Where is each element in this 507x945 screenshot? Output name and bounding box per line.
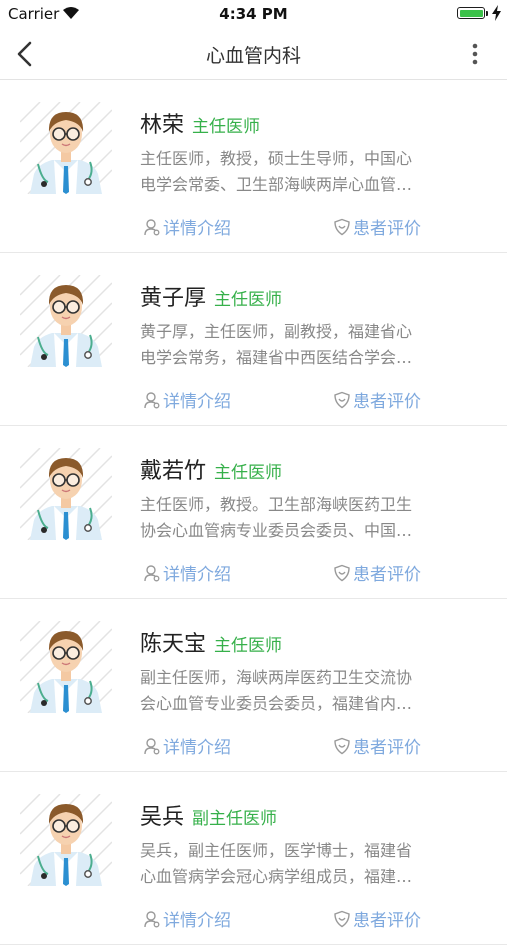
description-line-2: 电学会常务，福建省中西医结合学会… <box>140 348 413 367</box>
more-menu-icon[interactable] <box>471 42 479 66</box>
review-label: 患者评价 <box>353 565 421 585</box>
doctor-description: 黄子厚，主任医师，副教授，福建省心 电学会常务，福建省中西医结合学会… <box>140 319 468 371</box>
detail-button[interactable]: 详情介绍 <box>143 214 231 239</box>
person-icon <box>143 737 161 755</box>
doctor-card[interactable]: 陈天宝 主任医师 副主任医师，海峡两岸医药卫生交流协 会心血管专业委员会委员，福建… <box>0 599 507 772</box>
shield-icon <box>333 391 351 409</box>
doctor-name-row: 戴若竹 主任医师 <box>140 453 282 485</box>
doctor-avatar <box>20 102 112 194</box>
detail-button[interactable]: 详情介绍 <box>143 560 231 585</box>
detail-label: 详情介绍 <box>163 738 231 758</box>
review-button[interactable]: 患者评价 <box>333 733 421 758</box>
review-button[interactable]: 患者评价 <box>333 214 421 239</box>
battery-tip <box>486 11 488 16</box>
doctor-avatar <box>20 794 112 886</box>
description-line-2: 协会心血管病专业委员会委员、中国… <box>140 521 413 540</box>
doctor-name-row: 陈天宝 主任医师 <box>140 626 282 658</box>
detail-label: 详情介绍 <box>163 392 231 412</box>
person-icon <box>143 910 161 928</box>
review-label: 患者评价 <box>353 392 421 412</box>
doctor-name: 吴兵 <box>140 805 185 830</box>
doctor-card[interactable]: 戴若竹 主任医师 主任医师，教授。卫生部海峡医药卫生 协会心血管病专业委员会委员、… <box>0 426 507 599</box>
doctor-card[interactable]: 黄子厚 主任医师 黄子厚，主任医师，副教授，福建省心 电学会常务，福建省中西医结合… <box>0 253 507 426</box>
doctor-avatar <box>20 275 112 367</box>
doctor-name: 林荣 <box>140 113 185 138</box>
doctor-description: 主任医师，教授，硕士生导师，中国心 电学会常委、卫生部海峡两岸心血管… <box>140 146 468 198</box>
review-label: 患者评价 <box>353 738 421 758</box>
detail-label: 详情介绍 <box>163 219 231 239</box>
review-label: 患者评价 <box>353 219 421 239</box>
doctor-avatar <box>20 621 112 713</box>
charging-bolt-icon <box>492 5 501 21</box>
status-time: 4:34 PM <box>219 5 288 23</box>
doctor-name-row: 林荣 主任医师 <box>140 107 260 139</box>
review-button[interactable]: 患者评价 <box>333 560 421 585</box>
detail-button[interactable]: 详情介绍 <box>143 733 231 758</box>
doctor-title: 主任医师 <box>192 117 261 137</box>
description-line-1: 黄子厚，主任医师，副教授，福建省心 <box>140 322 413 341</box>
doctor-card[interactable]: 林荣 主任医师 主任医师，教授，硕士生导师，中国心 电学会常委、卫生部海峡两岸心血… <box>0 80 507 253</box>
description-line-2: 电学会常委、卫生部海峡两岸心血管… <box>140 175 413 194</box>
shield-icon <box>333 564 351 582</box>
page-title: 心血管内科 <box>205 45 301 67</box>
doctor-name: 戴若竹 <box>140 459 207 484</box>
doctor-list: 林荣 主任医师 主任医师，教授，硕士生导师，中国心 电学会常委、卫生部海峡两岸心血… <box>0 80 507 945</box>
doctor-name-row: 黄子厚 主任医师 <box>140 280 282 312</box>
description-line-2: 会心血管专业委员会委员，福建省内… <box>140 694 413 713</box>
description-line-2: 心血管病学会冠心病学组成员，福建… <box>140 867 413 886</box>
doctor-title: 副主任医师 <box>192 809 278 829</box>
shield-icon <box>333 910 351 928</box>
detail-button[interactable]: 详情介绍 <box>143 387 231 412</box>
doctor-title: 主任医师 <box>214 636 283 656</box>
doctor-description: 吴兵，副主任医师，医学博士，福建省 心血管病学会冠心病学组成员，福建… <box>140 838 468 890</box>
doctor-description: 副主任医师，海峡两岸医药卫生交流协 会心血管专业委员会委员，福建省内… <box>140 665 468 717</box>
review-button[interactable]: 患者评价 <box>333 387 421 412</box>
doctor-title: 主任医师 <box>214 463 283 483</box>
battery-icon <box>457 7 485 19</box>
description-line-1: 主任医师，教授。卫生部海峡医药卫生 <box>140 495 413 514</box>
description-line-1: 主任医师，教授，硕士生导师，中国心 <box>140 149 413 168</box>
description-line-1: 吴兵，副主任医师，医学博士，福建省 <box>140 841 413 860</box>
doctor-name: 黄子厚 <box>140 286 207 311</box>
nav-bar: 心血管内科 <box>0 28 507 80</box>
description-line-1: 副主任医师，海峡两岸医药卫生交流协 <box>140 668 413 687</box>
doctor-card[interactable]: 吴兵 副主任医师 吴兵，副主任医师，医学博士，福建省 心血管病学会冠心病学组成员，… <box>0 772 507 945</box>
detail-label: 详情介绍 <box>163 565 231 585</box>
person-icon <box>143 564 161 582</box>
doctor-title: 主任医师 <box>214 290 283 310</box>
doctor-avatar <box>20 448 112 540</box>
person-icon <box>143 391 161 409</box>
status-bar: Carrier 4:34 PM <box>0 0 507 28</box>
review-label: 患者评价 <box>353 911 421 931</box>
shield-icon <box>333 218 351 236</box>
doctor-name: 陈天宝 <box>140 632 207 657</box>
person-icon <box>143 218 161 236</box>
detail-button[interactable]: 详情介绍 <box>143 906 231 931</box>
review-button[interactable]: 患者评价 <box>333 906 421 931</box>
doctor-name-row: 吴兵 副主任医师 <box>140 799 277 831</box>
doctor-description: 主任医师，教授。卫生部海峡医药卫生 协会心血管病专业委员会委员、中国… <box>140 492 468 544</box>
shield-icon <box>333 737 351 755</box>
detail-label: 详情介绍 <box>163 911 231 931</box>
